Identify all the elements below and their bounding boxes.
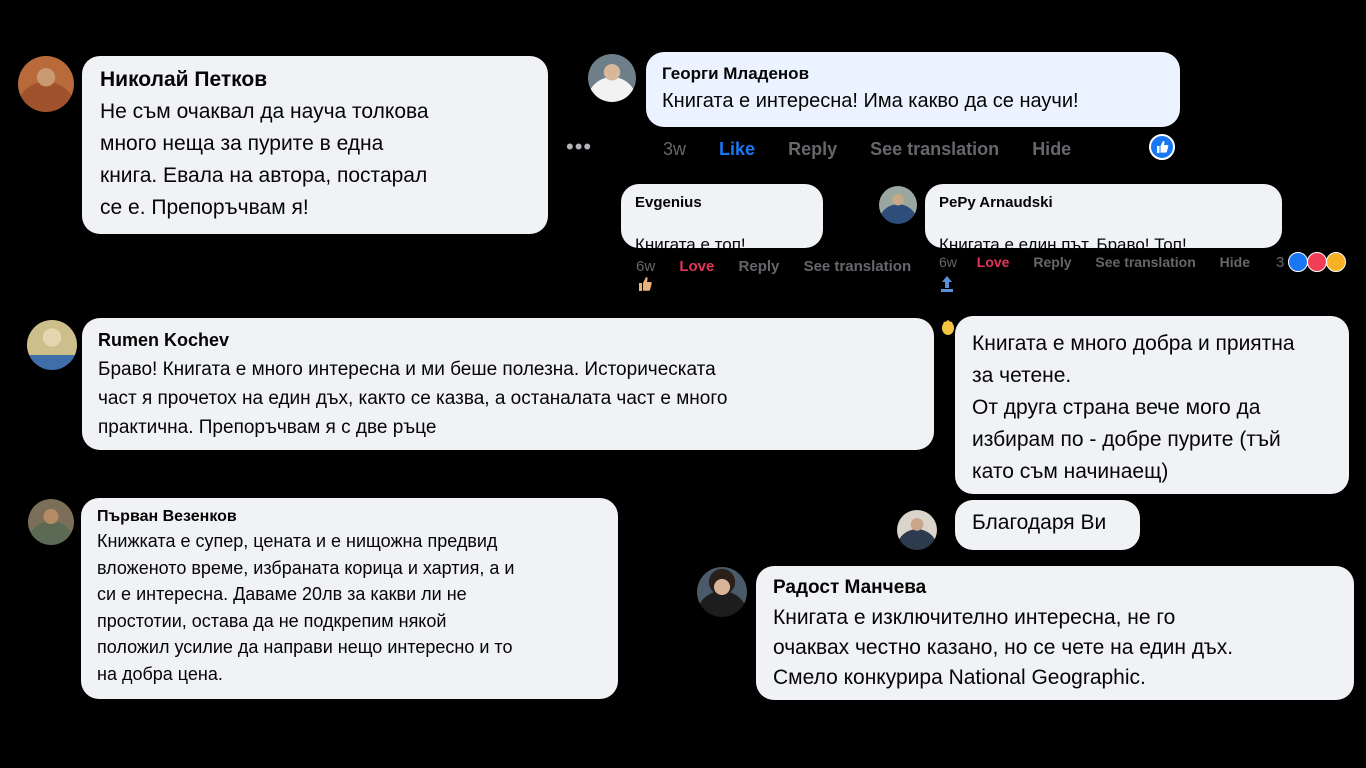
comment-actions-georgi: 3w Like Reply See translation Hide: [663, 139, 1099, 160]
comment-author[interactable]: Rumen Kochev: [98, 330, 918, 351]
message-author-reply: Благодаря Ви: [955, 500, 1140, 550]
comment-actions-evgenius: 6w Love Reply See translation: [636, 258, 939, 275]
comment-author[interactable]: Evgenius: [635, 194, 809, 211]
comment-author[interactable]: Първан Везенков: [97, 508, 602, 526]
avatar-parvan[interactable]: [28, 499, 74, 545]
like-reaction-icon[interactable]: [1288, 252, 1308, 272]
comment-evgenius: Evgenius Книгата е топ!: [621, 184, 823, 291]
avatar-author[interactable]: [897, 510, 937, 550]
reaction-count[interactable]: 3: [1276, 254, 1284, 271]
avatar-pepy[interactable]: [879, 186, 917, 224]
message-reader: Книгата е много добра и приятна за четен…: [955, 316, 1349, 494]
comment-time: 6w: [636, 258, 656, 275]
reply-button[interactable]: Reply: [1033, 254, 1071, 270]
comment-author[interactable]: Георги Младенов: [662, 64, 1164, 84]
comment-text-body: Книгата е един път. Браво! Топ!: [939, 235, 1187, 254]
comment-actions-pepy: 6w Love Reply See translation Hide: [939, 254, 1278, 270]
avatar-radost[interactable]: [697, 567, 747, 617]
like-button[interactable]: Like: [719, 139, 755, 159]
see-translation-link[interactable]: See translation: [870, 139, 999, 159]
love-reaction-icon[interactable]: [1307, 252, 1327, 272]
avatar-nikolay[interactable]: [18, 56, 74, 112]
comment-author[interactable]: PePy Arnaudski: [939, 194, 1268, 211]
comment-pepy: PePy Arnaudski Книгата е един път. Браво…: [925, 184, 1282, 335]
haha-reaction-icon[interactable]: [1326, 252, 1346, 272]
comment-author[interactable]: Радост Манчева: [773, 577, 1337, 599]
love-button[interactable]: Love: [679, 258, 714, 275]
see-translation-link[interactable]: See translation: [1095, 254, 1195, 270]
comment-text: Не съм очаквал да науча толкова много не…: [100, 100, 429, 219]
message-text: Благодаря Ви: [972, 511, 1107, 534]
comment-georgi: Георги Младенов Книгата е интересна! Има…: [646, 52, 1180, 127]
comment-time: 3w: [663, 139, 687, 159]
more-options-icon[interactable]: •••: [566, 136, 592, 158]
comment-radost: Радост Манчева Книгата е изключително ин…: [756, 566, 1354, 700]
comment-text: Книгата е интересна! Има какво да се нау…: [662, 90, 1079, 112]
comment-author[interactable]: Николай Петков: [100, 68, 530, 92]
comment-time: 6w: [939, 254, 957, 270]
hide-button[interactable]: Hide: [1032, 139, 1071, 159]
comment-nikolay: Николай Петков Не съм очаквал да науча т…: [82, 56, 548, 234]
comment-text: Книжката е супер, цената и е нищожна пре…: [97, 531, 515, 684]
comment-parvan: Първан Везенков Книжката е супер, цената…: [81, 498, 618, 699]
reply-button[interactable]: Reply: [788, 139, 837, 159]
comment-text: Браво! Книгата е много интересна и ми бе…: [98, 359, 728, 438]
see-translation-link[interactable]: See translation: [804, 258, 912, 275]
avatar-georgi[interactable]: [588, 54, 636, 102]
like-reaction-icon[interactable]: [1149, 134, 1175, 160]
comment-text: Книгата е изключително интересна, не го …: [773, 606, 1234, 689]
comment-text: Книгата е топ!: [635, 215, 809, 298]
message-text: Книгата е много добра и приятна за четен…: [972, 332, 1295, 483]
comment-rumen: Rumen Kochev Браво! Книгата е много инте…: [82, 318, 934, 450]
comment-text-body: Книгата е топ!: [635, 235, 746, 254]
reply-button[interactable]: Reply: [739, 258, 780, 275]
love-button[interactable]: Love: [977, 254, 1010, 270]
avatar-rumen[interactable]: [27, 320, 77, 370]
hide-button[interactable]: Hide: [1220, 254, 1250, 270]
